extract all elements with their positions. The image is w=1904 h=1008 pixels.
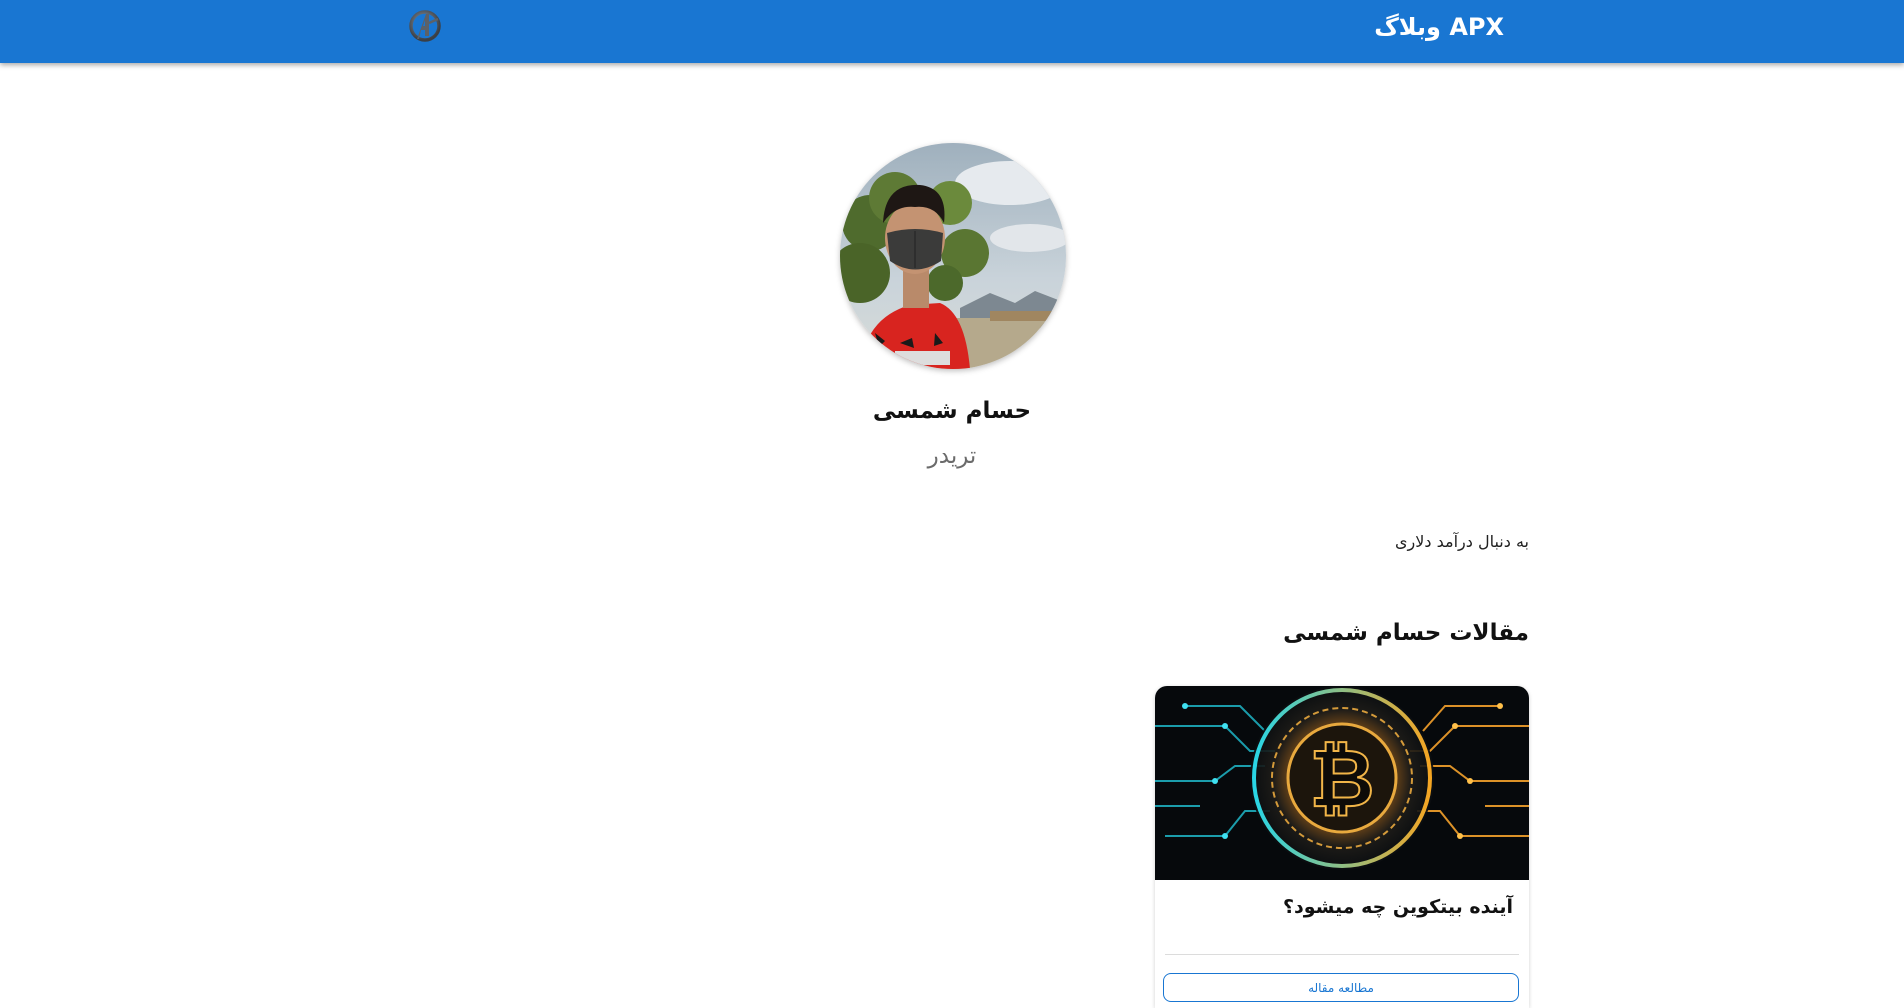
bitcoin-article-image[interactable]: ₿ <box>1155 686 1529 880</box>
svg-text:₿: ₿ <box>1309 732 1374 825</box>
site-title[interactable]: APX وبلاگ <box>1374 13 1504 41</box>
article-title[interactable]: آینده بیتکوین چه میشود؟ <box>1283 896 1513 918</box>
author-bio: به دنبال درآمد دلاری <box>1395 532 1529 551</box>
top-app-bar: APX وبلاگ <box>0 0 1904 63</box>
card-divider <box>1165 954 1519 955</box>
avengers-logo-icon[interactable] <box>408 9 442 43</box>
article-card: ₿ آینده بیتکوین چه میشود؟ مطالعه مقاله <box>1155 686 1529 1008</box>
avatar <box>840 143 1066 369</box>
read-article-button[interactable]: مطالعه مقاله <box>1163 973 1519 1002</box>
author-name: حسام شمسی <box>872 398 1032 424</box>
author-role: تریدر <box>927 443 977 469</box>
articles-section-title: مقالات حسام شمسی <box>1283 620 1529 646</box>
